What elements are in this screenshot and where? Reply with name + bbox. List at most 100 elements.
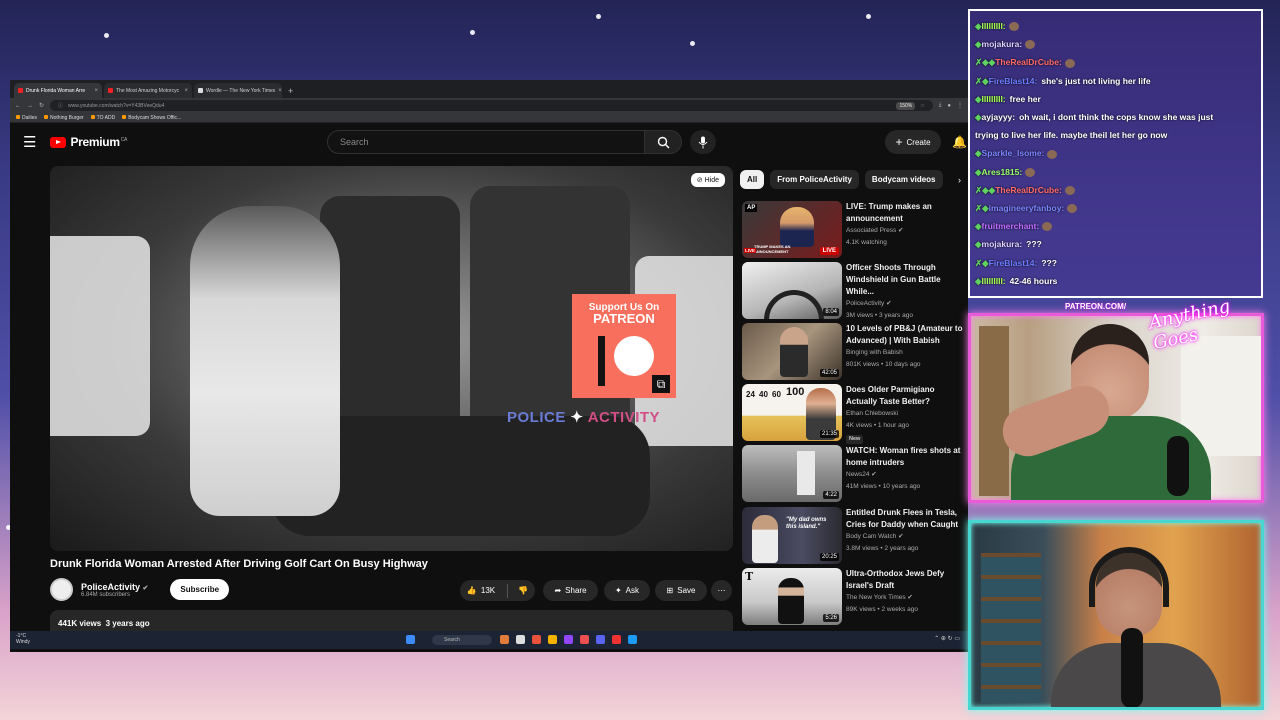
search-button[interactable] [644, 130, 682, 154]
recommendation-item[interactable]: 4:22 WATCH: Woman fires shots at home in… [742, 445, 966, 503]
chat-username[interactable]: IIIIIIIII: [982, 276, 1006, 286]
browser-tab[interactable]: Wordle — The New York Times × [194, 83, 282, 98]
create-button[interactable]: + Create [885, 130, 941, 154]
site-info-icon[interactable]: ⓘ [58, 102, 63, 109]
chat-username[interactable]: TheRealDrCube: [995, 185, 1062, 195]
like-count[interactable]: 13K [481, 586, 495, 595]
recommendation-item[interactable]: T 5:26 Ultra-Orthodox Jews Defy Israel's… [742, 568, 966, 626]
hamburger-menu-icon[interactable]: ☰ [23, 133, 36, 151]
rec-channel[interactable]: PoliceActivity [846, 300, 884, 307]
video-thumbnail[interactable]: AP TRUMP MAKES AN ANNOUNCEMENT LIVE LIVE [742, 201, 842, 258]
chat-username[interactable]: IIIIIIIII: [982, 94, 1006, 104]
app-icon[interactable] [564, 635, 573, 644]
browser-tab[interactable]: Drunk Florida Woman Arre × [14, 83, 102, 98]
ask-button[interactable]: ✦ Ask [604, 580, 650, 601]
chat-username[interactable]: FireBlast14: [989, 258, 1038, 268]
rec-channel[interactable]: Body Cam Watch [846, 533, 896, 540]
more-actions-button[interactable]: ⋯ [711, 580, 732, 601]
app-icon[interactable] [596, 635, 605, 644]
chat-username[interactable]: imagineeryfanboy: [989, 203, 1065, 213]
video-thumbnail[interactable]: 42:05 [742, 323, 842, 380]
close-icon[interactable]: × [278, 88, 282, 94]
close-icon[interactable]: × [184, 88, 188, 94]
chat-username[interactable]: Ares1815: [982, 167, 1023, 177]
video-thumbnail[interactable]: 4:22 [742, 445, 842, 502]
chat-username[interactable]: TheRealDrCube: [995, 57, 1062, 67]
save-button[interactable]: ⊞ Save [655, 580, 707, 601]
app-icon[interactable] [548, 635, 557, 644]
chip-all[interactable]: All [740, 170, 765, 189]
youtube-logo[interactable]: PremiumCA [50, 135, 127, 149]
video-thumbnail[interactable]: 24 40 60 100 21:35 [742, 384, 842, 441]
chevron-right-icon[interactable]: › [958, 175, 961, 185]
recommendation-item[interactable]: "My dad owns this island." 20:25 Entitle… [742, 507, 966, 565]
recommendation-item[interactable]: AP TRUMP MAKES AN ANNOUNCEMENT LIVE LIVE… [742, 201, 966, 259]
zoom-badge[interactable]: 150% [896, 101, 916, 110]
bookmark-item[interactable]: TO ADD [90, 115, 115, 121]
download-icon[interactable]: ⤓ [939, 102, 942, 109]
app-icon[interactable] [612, 635, 621, 644]
rec-channel[interactable]: Ethan Chlebowski [846, 408, 966, 420]
recommendation-item[interactable]: 24 40 60 100 21:35 Does Older Parmigiano… [742, 384, 966, 444]
channel-name[interactable]: PoliceActivity [81, 582, 140, 592]
search-input[interactable]: Search [327, 130, 645, 154]
back-icon[interactable]: ← [15, 103, 21, 109]
video-thumbnail[interactable]: 8:04 [742, 262, 842, 319]
rec-title[interactable]: Entitled Drunk Flees in Tesla, Cries for… [846, 508, 958, 529]
bookmark-star-icon[interactable]: ☆ [920, 103, 924, 109]
app-icon[interactable] [628, 635, 637, 644]
chat-username[interactable]: IIIIIIIII: [982, 21, 1006, 31]
rec-title[interactable]: Does Older Parmigiano Actually Taste Bet… [846, 385, 934, 406]
bookmark-item[interactable]: Dailies [16, 115, 37, 121]
chat-username[interactable]: FireBlast14: [989, 76, 1038, 86]
rec-channel[interactable]: News24 [846, 471, 869, 478]
recommendation-item[interactable]: 8:04 Officer Shoots Through Windshield i… [742, 262, 966, 320]
external-link-icon[interactable]: ⧉ [652, 375, 670, 393]
notifications-bell-icon[interactable]: 🔔 [952, 135, 967, 149]
subscribe-button[interactable]: Subscribe [170, 579, 230, 600]
browser-tab[interactable]: The Most Amazing Motorcyc × [104, 83, 192, 98]
rec-title[interactable]: Ultra-Orthodox Jews Defy Israel's Draft [846, 569, 944, 590]
app-icon[interactable] [500, 635, 509, 644]
patreon-overlay-card[interactable]: Support Us On PATREON ⧉ [572, 294, 676, 398]
app-icon[interactable] [516, 635, 525, 644]
profile-icon[interactable]: ● [947, 103, 951, 109]
reload-icon[interactable]: ↻ [39, 102, 44, 109]
forward-icon[interactable]: → [27, 103, 33, 109]
taskbar-search[interactable]: Search [432, 635, 492, 645]
rec-title[interactable]: LIVE: Trump makes an announcement [846, 202, 932, 223]
rec-channel[interactable]: The New York Times [846, 594, 906, 601]
new-tab-icon[interactable]: + [284, 86, 297, 98]
share-button[interactable]: ➦ Share [543, 580, 598, 601]
voice-search-button[interactable] [690, 130, 716, 154]
dislike-icon[interactable]: 👎 [518, 586, 528, 595]
rec-title[interactable]: WATCH: Woman fires shots at home intrude… [846, 446, 960, 467]
bookmark-item[interactable]: Bodycam Shows Offic... [122, 115, 181, 121]
chat-username[interactable]: mojakura: [982, 239, 1023, 249]
video-thumbnail[interactable]: "My dad owns this island." 20:25 [742, 507, 842, 564]
bookmark-item[interactable]: Nothing Burger [44, 115, 84, 121]
app-icon[interactable] [532, 635, 541, 644]
url-field[interactable]: ⓘ www.youtube.com/watch?v=Y43BVeeQdu4 15… [50, 100, 933, 111]
rec-channel[interactable]: Binging with Babish [846, 347, 966, 359]
rec-title[interactable]: 10 Levels of PB&J (Amateur to Advanced) … [846, 324, 962, 345]
like-icon[interactable]: 👍 [467, 586, 477, 595]
recommendation-item[interactable]: 42:05 10 Levels of PB&J (Amateur to Adva… [742, 323, 966, 381]
channel-avatar[interactable] [50, 578, 73, 601]
chip-bodycam[interactable]: Bodycam videos [864, 170, 943, 189]
chip-from-channel[interactable]: From PoliceActivity [770, 170, 859, 189]
hide-button[interactable]: ⊘ Hide [690, 173, 725, 187]
rec-title[interactable]: Officer Shoots Through Windshield in Gun… [846, 263, 941, 296]
app-icon[interactable] [580, 635, 589, 644]
rec-channel[interactable]: Associated Press [846, 227, 896, 234]
chat-username[interactable]: mojakura: [982, 39, 1023, 49]
chat-username[interactable]: ayjayyy: [982, 112, 1016, 122]
chat-username[interactable]: Sparkle_Isome: [982, 148, 1045, 158]
video-thumbnail[interactable]: T 5:26 [742, 568, 842, 625]
windows-start-icon[interactable] [406, 635, 415, 644]
close-icon[interactable]: × [94, 88, 98, 94]
chat-username[interactable]: fruitmerchant: [982, 221, 1040, 231]
more-menu-icon[interactable]: ⋮ [957, 102, 963, 109]
weather-widget[interactable]: -1°C Windy [16, 633, 30, 645]
system-tray[interactable]: ⌃ ⊕ ↻ ▭ [934, 635, 960, 642]
